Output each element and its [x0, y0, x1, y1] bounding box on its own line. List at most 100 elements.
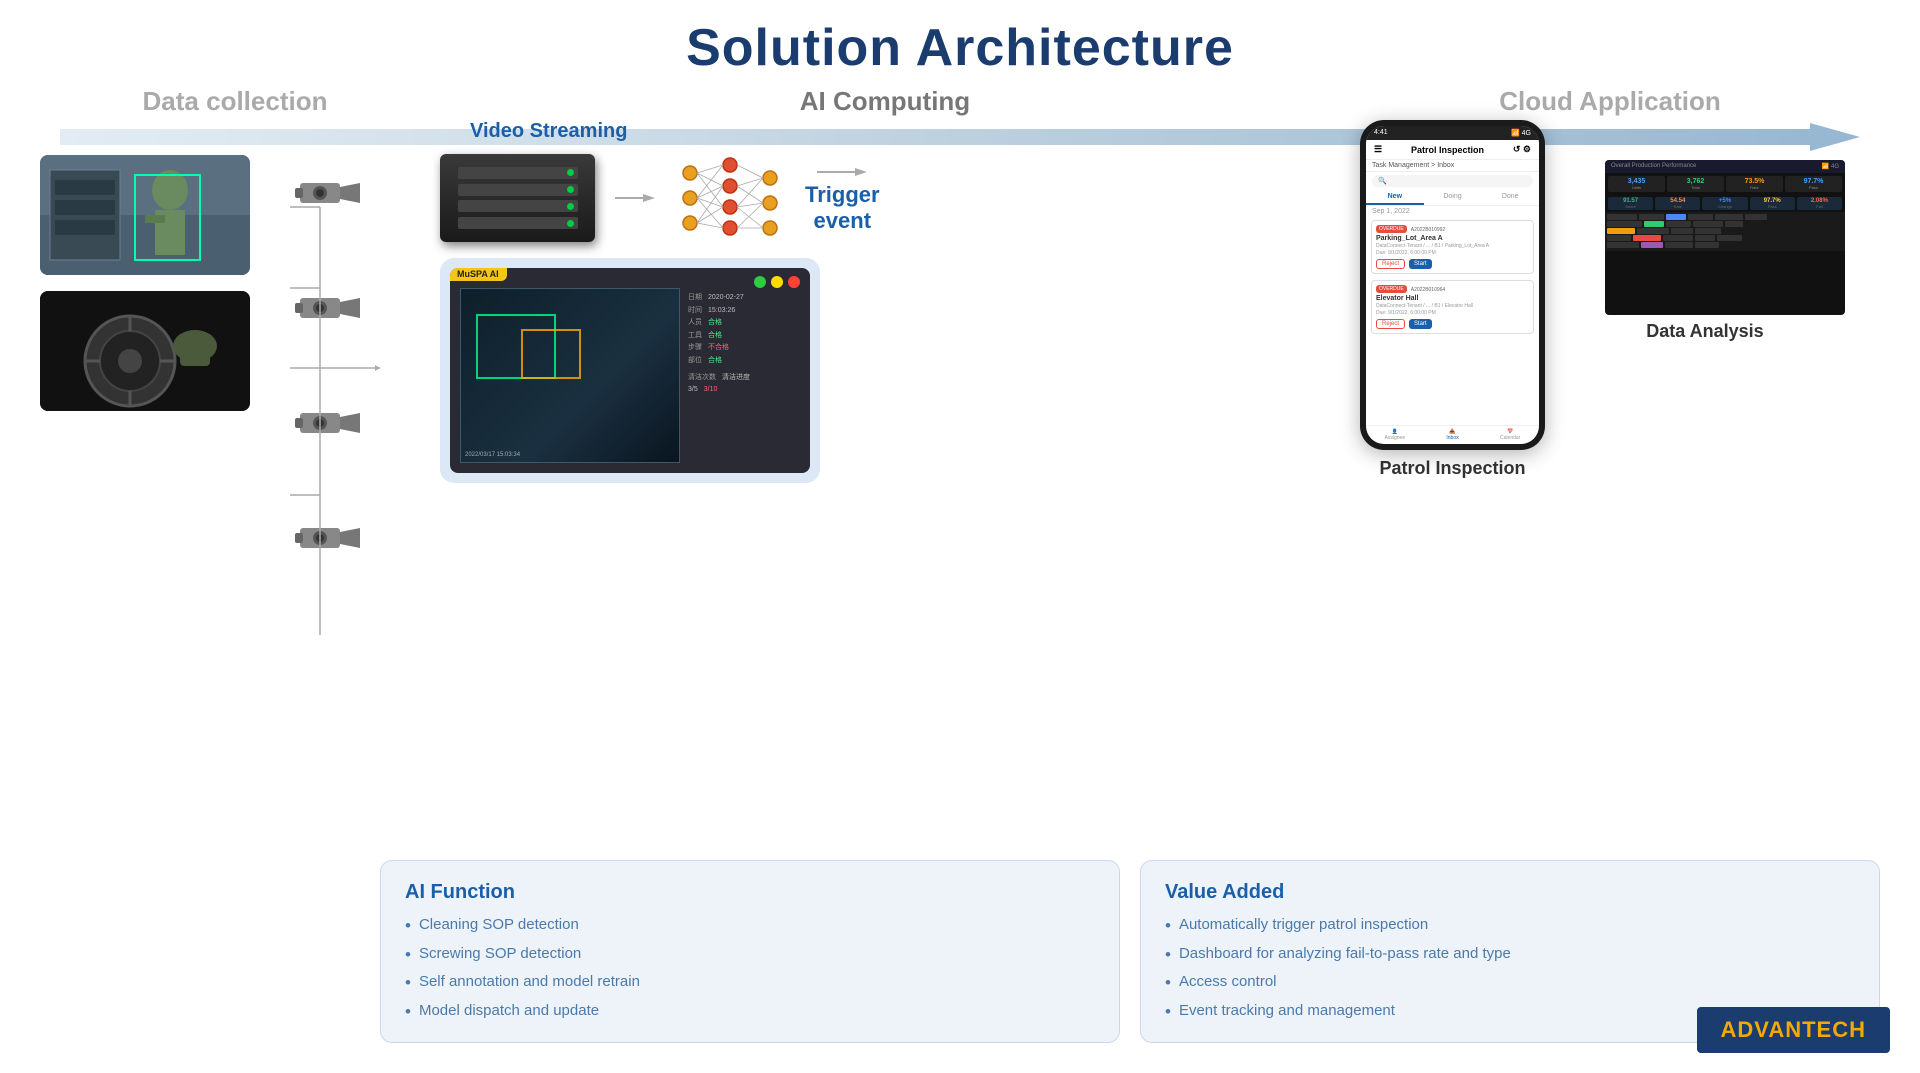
photo-brake [40, 291, 250, 411]
dash-row-1 [1607, 214, 1843, 220]
metric-4: 97.7% Pass [1785, 176, 1842, 192]
nav-inbox[interactable]: 📥Inbox [1424, 426, 1482, 444]
trigger-area: Trigger event [805, 162, 880, 234]
card2-badge: OVERDUE [1376, 285, 1407, 293]
server-network-row: Trigger event [440, 153, 1080, 243]
card1-reject-button[interactable]: Reject [1376, 259, 1405, 269]
page-wrapper: Solution Architecture Data collection AI… [0, 0, 1920, 1073]
dash-secondary-metrics: 91.57 Score 54.54 Rate +5% Change 97.7 [1605, 195, 1845, 212]
card1-start-button[interactable]: Start [1409, 259, 1432, 269]
server-to-nn-arrow [615, 188, 655, 208]
dash-metrics: 3,435 Units 3,762 Total 73.5% Rate 97. [1605, 173, 1845, 195]
ai-function-list: Cleaning SOP detection Screwing SOP dete… [405, 916, 1095, 1022]
metric-2: 3,762 Total [1667, 176, 1724, 192]
trigger-label: Trigger event [805, 182, 880, 234]
info-area-row: 部位 合格 [688, 355, 804, 368]
phase-cloud-label: Cloud Application [1499, 86, 1720, 116]
info-person-row: 人员 合格 [688, 317, 804, 330]
nav-calendar[interactable]: 📅Calendar [1481, 426, 1539, 444]
red-dot [788, 276, 800, 288]
card1-location: Parking_Lot_Area A [1376, 235, 1529, 242]
phase-ai-computing: AI Computing [410, 86, 1360, 117]
phone-header: ☰ Patrol Inspection ↺ ⚙ [1366, 140, 1539, 160]
phase-cloud: Cloud Application [1360, 86, 1860, 117]
server-slot-4 [458, 217, 578, 229]
phase-headers: Data collection AI Computing Cloud Appli… [0, 86, 1920, 117]
phase-data-label: Data collection [143, 86, 328, 116]
tab-new[interactable]: New [1366, 190, 1424, 205]
ai-compute-area: Video Streaming [380, 120, 1080, 483]
dashboard-wrapper: Overall Production Performance 📶 4G 3,43… [1565, 160, 1845, 342]
ai-function-box: AI Function Cleaning SOP detection Screw… [380, 860, 1120, 1043]
card1-due: Due: 9/1/2022, 6:00:00 PM [1376, 250, 1529, 256]
server-led-4 [567, 220, 574, 227]
bottom-boxes: AI Function Cleaning SOP detection Screw… [380, 860, 1880, 1043]
phone-and-dashboard: 4:41 📶 4G ☰ Patrol Inspection ↺ ⚙ Task M… [1360, 120, 1880, 479]
card2-id: A2022B010964 [1411, 287, 1445, 293]
advantech-vantech: VANTECH [1754, 1017, 1866, 1042]
cameras-area [40, 155, 380, 775]
camera-icon-2 [295, 290, 360, 325]
data-analysis-label: Data Analysis [1646, 321, 1763, 342]
dash-row-5 [1607, 242, 1843, 248]
camera-list [295, 175, 360, 555]
photo-group [40, 155, 250, 411]
value-added-title: Value Added [1165, 881, 1855, 904]
dash-header: Overall Production Performance 📶 4G [1605, 160, 1845, 173]
card2-start-button[interactable]: Start [1409, 319, 1432, 329]
info-date-row: 日期 2020-02-27 [688, 292, 804, 305]
phase-ai-label: AI Computing [800, 86, 970, 116]
ai-func-item-2: Screwing SOP detection [405, 945, 1095, 965]
card1-badge: OVERDUE [1376, 225, 1407, 233]
card1-subloc: DataConnect-Tenant / ... / B1 / Parking_… [1376, 243, 1529, 249]
card1-actions: Reject Start [1376, 259, 1529, 269]
camera-icon-3 [295, 405, 360, 440]
phone-card-1: OVERDUE A2022B010992 Parking_Lot_Area A … [1371, 220, 1534, 274]
card2-reject-button[interactable]: Reject [1376, 319, 1405, 329]
phone-mockup: 4:41 📶 4G ☰ Patrol Inspection ↺ ⚙ Task M… [1360, 120, 1545, 450]
video-streaming-label: Video Streaming [470, 120, 1080, 143]
ai-dots-row [754, 276, 800, 288]
brake-scene-svg [40, 291, 250, 411]
metric-1: 3,435 Units [1608, 176, 1665, 192]
info-count-row: 清洁次数 清洁进度 3/5 3/10 [688, 372, 804, 397]
photo-maintenance [40, 155, 250, 275]
phone-bottom-nav: 👤Assignee 📥Inbox 📅Calendar [1366, 425, 1539, 444]
yellow-dot [771, 276, 783, 288]
info-steps-row: 步骤 不合格 [688, 342, 804, 355]
neural-network-icon [675, 153, 785, 243]
nav-assignee[interactable]: 👤Assignee [1366, 426, 1424, 444]
green-dot [754, 276, 766, 288]
phone-date: Sep 1, 2022 [1366, 206, 1539, 217]
tab-doing[interactable]: Doing [1424, 190, 1482, 205]
value-item-3: Access control [1165, 973, 1855, 993]
nn-to-trigger-arrow [817, 162, 867, 182]
phone-screen: 4:41 📶 4G ☰ Patrol Inspection ↺ ⚙ Task M… [1366, 126, 1539, 444]
card2-due: Due: 9/1/2022, 6:00:00 PM [1376, 310, 1529, 316]
info-time-row: 时间 15:03:26 [688, 305, 804, 318]
server-box [440, 154, 595, 242]
info-tool-row: 工具 合格 [688, 330, 804, 343]
cloud-area: 4:41 📶 4G ☰ Patrol Inspection ↺ ⚙ Task M… [1360, 120, 1880, 479]
dash-row-2 [1607, 221, 1843, 227]
ai-info-panel: 日期 2020-02-27 时间 15:03:26 人员 合格 工具 合格 [680, 268, 810, 473]
value-item-2: Dashboard for analyzing fail-to-pass rat… [1165, 945, 1855, 965]
server-led-3 [567, 203, 574, 210]
server-slot-1 [458, 167, 578, 179]
phone-search[interactable]: 🔍 [1372, 175, 1533, 187]
tab-done[interactable]: Done [1481, 190, 1539, 205]
ai-panel-inner: MuSPA AI 2022/03/17 15:03:34 [450, 268, 810, 473]
phone-tabs: New Doing Done [1366, 190, 1539, 206]
ai-video-feed: 2022/03/17 15:03:34 [460, 288, 680, 463]
server-slot-2 [458, 184, 578, 196]
phase-data-collection: Data collection [60, 86, 410, 117]
server-slot-3 [458, 200, 578, 212]
dash-row-4 [1607, 235, 1843, 241]
value-item-1: Automatically trigger patrol inspection [1165, 916, 1855, 936]
muspa-tag: MuSPA AI [450, 268, 507, 281]
phone-subnav: Task Management > Inbox [1366, 160, 1539, 172]
ai-func-item-1: Cleaning SOP detection [405, 916, 1095, 936]
advantech-ad: AD [1721, 1017, 1755, 1042]
ai-func-item-4: Model dispatch and update [405, 1002, 1095, 1022]
page-title: Solution Architecture [0, 0, 1920, 78]
